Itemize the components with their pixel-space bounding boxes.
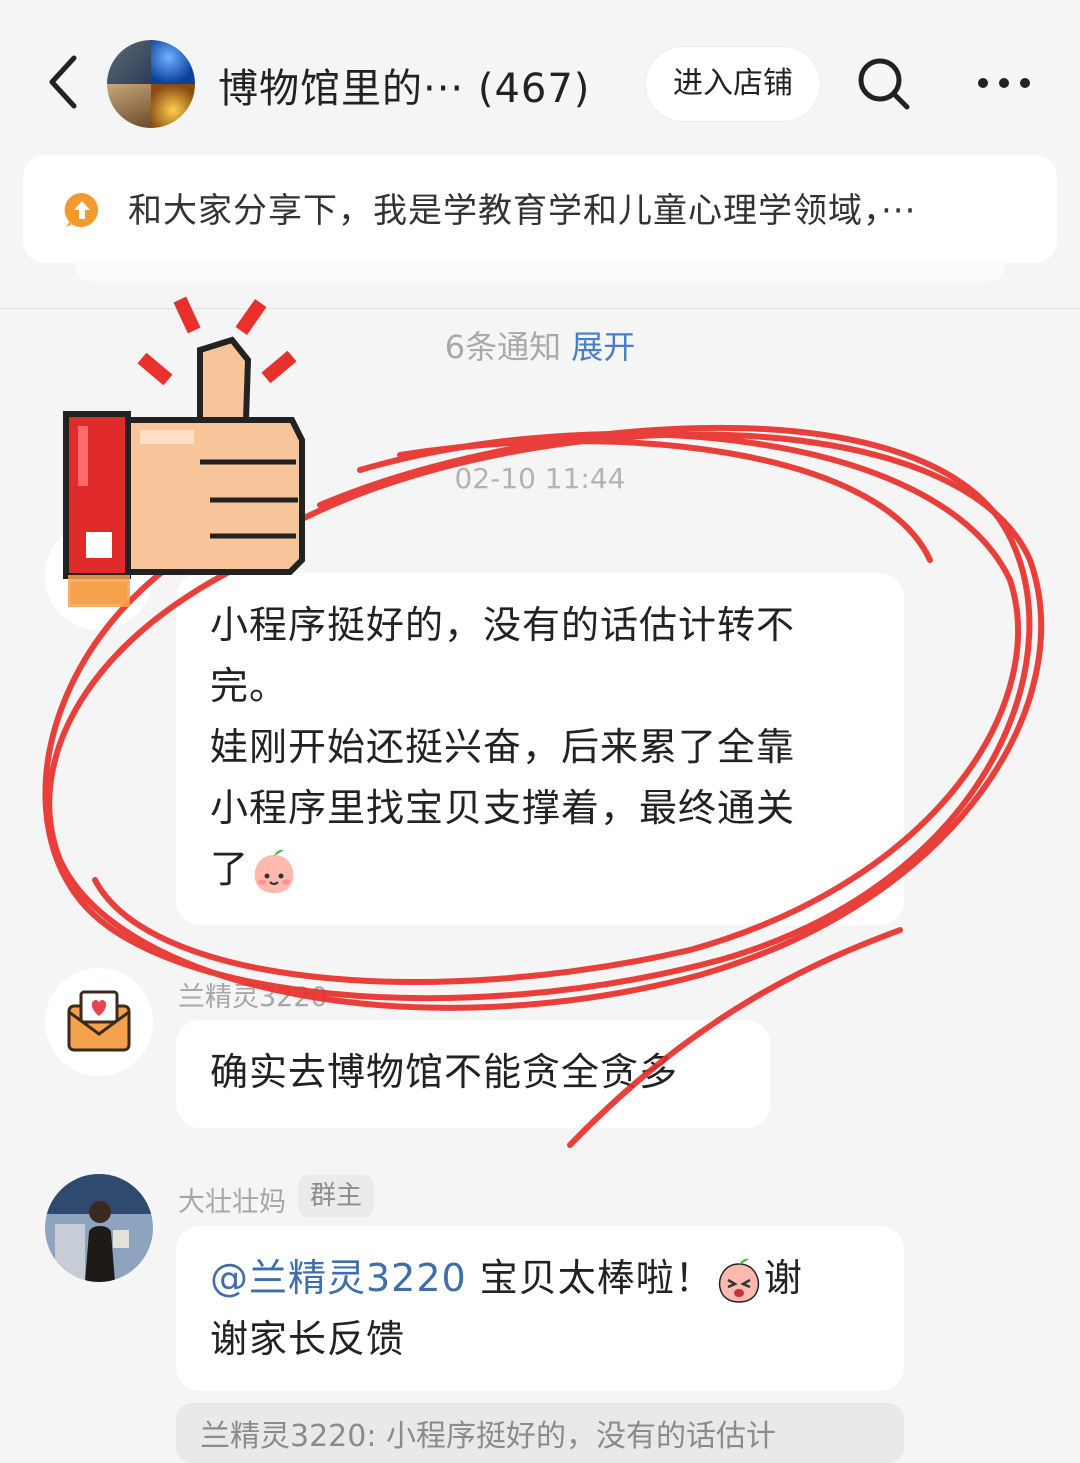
message-line: 谢家长反馈 <box>210 1317 406 1361</box>
message-bubble[interactable]: @兰精灵3220 宝贝太棒啦！ 谢 谢家长反馈 <box>176 1226 904 1391</box>
message-text: 宝贝太棒啦！ <box>466 1256 714 1300</box>
message-bubble[interactable]: 确实去博物馆不能贪全贪多 <box>176 1020 770 1128</box>
group-avatar[interactable] <box>107 40 195 128</box>
divider <box>0 308 1080 309</box>
notification-summary: 6条通知 展开 <box>0 322 1080 368</box>
message-line: 了 <box>210 839 870 900</box>
message-timestamp: 02-10 11:44 <box>454 462 626 495</box>
peach-excited-emoji-icon <box>718 1258 759 1303</box>
message-text: 确实去博物馆不能贪全贪多 <box>210 1050 679 1094</box>
avatar[interactable] <box>45 1174 153 1282</box>
peach-smile-emoji-icon <box>254 849 294 893</box>
avatar[interactable] <box>45 522 153 630</box>
notification-count: 6条通知 <box>444 328 562 366</box>
sender-name[interactable]: 兰精灵3220 <box>178 975 328 1014</box>
expand-notifications-link[interactable]: 展开 <box>571 328 635 366</box>
chevron-left-icon <box>49 55 77 109</box>
more-button[interactable] <box>975 72 1033 94</box>
chat-header: 博物馆里的··· (467) 进入店铺 <box>0 0 1080 160</box>
back-button[interactable] <box>40 52 90 112</box>
envelope-avatar-icon <box>71 582 127 604</box>
announcement-stack-shadow <box>75 263 1005 281</box>
message-bubble[interactable]: 小程序挺好的，没有的话估计转不 完。 娃刚开始还挺兴奋，后来累了全靠 小程序里找… <box>176 573 904 925</box>
message-line: 娃刚开始还挺兴奋，后来累了全靠 <box>210 725 796 769</box>
owner-badge: 群主 <box>298 1175 374 1217</box>
message-line: 小程序里找宝贝支撑着，最终通关 <box>210 786 796 830</box>
quoted-message[interactable]: 兰精灵3220: 小程序挺好的，没有的话估计 <box>176 1403 904 1463</box>
sender-name[interactable]: 大壮壮妈 <box>178 1180 286 1219</box>
search-icon <box>858 58 910 110</box>
message-line: @兰精灵3220 宝贝太棒啦！ 谢 <box>210 1248 870 1309</box>
announcement-text: 和大家分享下，我是学教育学和儿童心理学领域，··· <box>128 191 917 231</box>
message-text: 谢 <box>763 1256 803 1300</box>
more-dots-icon <box>978 78 1030 88</box>
message-line-text: 了 <box>210 847 250 891</box>
announcement-arrow-icon <box>64 192 99 227</box>
message-line: 完。 <box>210 664 289 708</box>
group-title: 博物馆里的··· (467) <box>218 66 591 112</box>
enter-shop-button[interactable]: 进入店铺 <box>645 46 821 122</box>
announcement-bar[interactable]: 和大家分享下，我是学教育学和儿童心理学领域，··· <box>23 155 1057 263</box>
avatar[interactable] <box>45 968 153 1076</box>
search-button[interactable] <box>855 55 913 113</box>
love-letter-icon <box>45 968 153 1076</box>
user-photo-avatar <box>45 1174 153 1282</box>
message-line: 小程序挺好的，没有的话估计转不 <box>210 603 796 647</box>
mention-link[interactable]: @兰精灵3220 <box>210 1256 467 1300</box>
